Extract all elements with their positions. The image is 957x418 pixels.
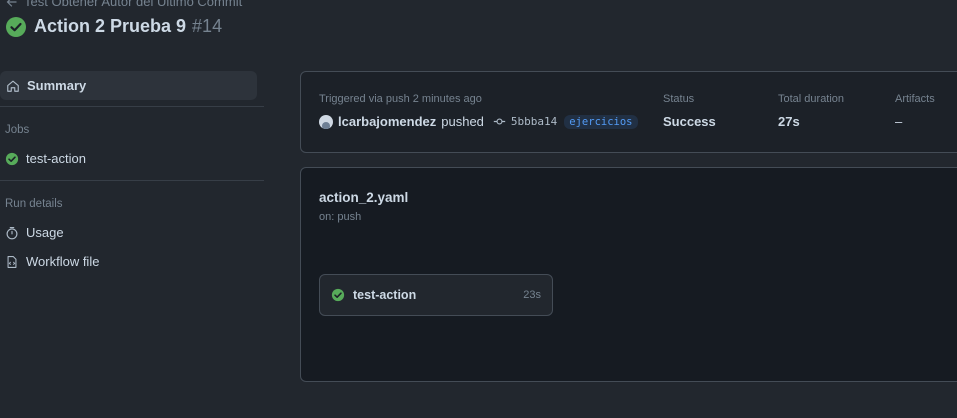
commit-icon [493,118,506,125]
divider [0,180,264,181]
run-number: #14 [192,16,223,36]
run-summary-card: Triggered via push 2 minutes ago lcarbaj… [300,71,957,153]
trigger-label: Triggered via push 2 minutes ago [319,93,482,105]
success-check-icon [6,16,26,37]
workflow-graph-card: action_2.yaml on: push test-action 23s [300,167,957,382]
success-check-icon [331,288,345,302]
sidebar-item-label: test-action [26,151,86,166]
sidebar-item-job[interactable]: test-action [0,144,264,173]
job-node[interactable]: test-action 23s [319,274,553,316]
file-code-icon [7,255,17,268]
artifacts-value: – [895,114,903,129]
status-label: Status [663,93,695,105]
duration-label: Total duration [778,93,845,105]
artifacts-label: Artifacts [895,93,935,105]
home-icon [7,80,19,92]
sidebar: Summary Jobs test-action Run details Usa… [0,71,264,276]
workflow-file-name: action_2.yaml [319,190,409,205]
trigger-info: lcarbajomendez pushed 5bbba14 ejercicios [319,114,638,129]
page-title: Action 2 Prueba 9 [34,16,187,36]
stopwatch-icon [6,226,18,239]
commit-sha-link[interactable]: 5bbba14 [511,115,557,128]
job-name: test-action [353,288,417,302]
arrow-left-icon [6,0,17,7]
sidebar-item-label: Summary [27,78,87,93]
jobs-heading: Jobs [5,124,30,136]
status-value: Success [663,114,716,129]
job-duration: 23s [523,289,541,301]
sidebar-item-label: Workflow file [26,254,100,269]
sidebar-item-summary[interactable]: Summary [0,71,257,100]
sidebar-item-usage[interactable]: Usage [0,218,264,247]
back-link[interactable]: Test Obtener Autor del Último Commit [6,0,242,9]
sidebar-item-label: Usage [26,225,64,240]
back-link-label[interactable]: Test Obtener Autor del Último Commit [24,0,242,9]
avatar[interactable] [319,114,333,129]
trigger-action: pushed [441,114,484,129]
page-title-row: Action 2 Prueba 9 #14 [6,16,222,37]
sidebar-item-workflow-file[interactable]: Workflow file [0,247,264,276]
run-details-heading: Run details [5,198,63,210]
divider [0,106,264,107]
workflow-trigger: on: push [319,211,362,223]
branch-badge[interactable]: ejercicios [564,114,638,129]
duration-value: 27s [778,114,800,129]
success-check-icon [5,152,19,165]
user-link[interactable]: lcarbajomendez [338,114,436,129]
